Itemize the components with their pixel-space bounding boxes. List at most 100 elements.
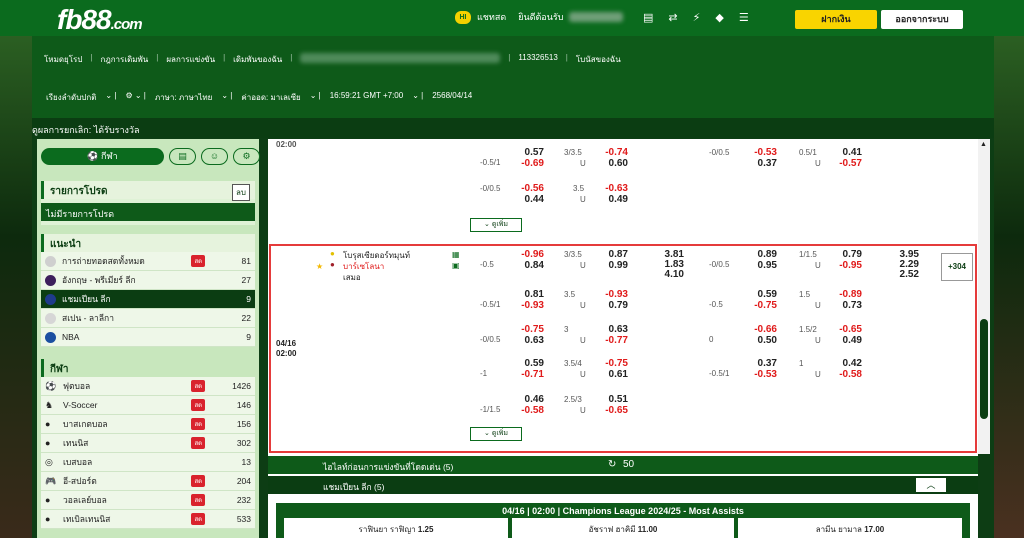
delete-favorites-button[interactable]: ลบ bbox=[232, 184, 250, 201]
banner: ดูผลการยกเลิก: ได้รับรางวัล bbox=[32, 118, 994, 138]
chevron-down-icon: ⌄ bbox=[484, 221, 490, 228]
under-label: U bbox=[580, 195, 586, 204]
sport-tab-button[interactable]: ⚽ กีฬา bbox=[41, 148, 164, 165]
background-left bbox=[0, 36, 32, 538]
sport-item[interactable]: ● เทเบิลเทนนิส สด 533 bbox=[41, 510, 255, 529]
tennis-icon: ● bbox=[45, 438, 51, 448]
promotion-icon[interactable]: ⚡ bbox=[693, 11, 701, 24]
match-time: 02:00 bbox=[276, 140, 297, 149]
league-icon bbox=[45, 255, 56, 267]
handicap-line: -0/0.5 bbox=[480, 184, 501, 193]
vip-icon[interactable]: ◆ bbox=[715, 11, 723, 24]
recommended-item[interactable]: แชมเปียน ลีก 9 bbox=[41, 290, 255, 309]
sport-item[interactable]: ⚽ ฟุตบอล สด 1426 bbox=[41, 377, 255, 396]
top-bar: fb88.com HI แชทสด ยินดีต้อนรับ ▤ ⇄ ⚡ ◆ ☰… bbox=[0, 0, 1024, 36]
live-badge: สด bbox=[191, 475, 205, 487]
scrollbar-thumb[interactable] bbox=[980, 319, 988, 419]
scrollbar[interactable]: ▲ bbox=[978, 139, 990, 454]
odd-value[interactable]: -0.53 bbox=[737, 147, 777, 158]
ou-line: 3.5 bbox=[573, 184, 585, 193]
handicap-line: -0.5/1 bbox=[480, 158, 501, 167]
odd-value[interactable]: 0.60 bbox=[588, 158, 628, 169]
logo[interactable]: fb88.com bbox=[57, 4, 143, 36]
odd-value[interactable]: 0.49 bbox=[588, 194, 628, 205]
league-icon bbox=[45, 293, 56, 305]
clock: 16:59:21 GMT +7:00 bbox=[329, 91, 404, 100]
background-right bbox=[994, 36, 1024, 538]
live-badge: สด bbox=[191, 255, 205, 267]
outright-cell[interactable]: อัชราฟ ฮาคิมี 11.00 bbox=[512, 518, 734, 538]
league-icon bbox=[45, 331, 56, 343]
league-icon bbox=[45, 312, 56, 324]
recommended-section: แนะนำ การถ่ายทอดสดทั้งหมด สด 81 อังกฤษ - พร… bbox=[41, 234, 255, 347]
account-id: 113326513 bbox=[518, 53, 558, 62]
fh-ou-line: 0.5/1 bbox=[799, 148, 817, 157]
table-tennis-icon: ● bbox=[45, 514, 51, 524]
live-badge: สด bbox=[191, 494, 205, 506]
nav-rules[interactable]: กฎการเดิมพัน bbox=[100, 53, 148, 66]
odd-value[interactable]: 0.37 bbox=[737, 158, 777, 169]
live-badge: สด bbox=[191, 513, 205, 525]
user-icon[interactable]: ☺ bbox=[201, 148, 228, 165]
odd-value[interactable]: -0.74 bbox=[588, 147, 628, 158]
favorites-section: รายการโปรด ลบ ไม่มีรายการโปรด bbox=[41, 181, 255, 225]
wallet-icon[interactable]: ▤ bbox=[643, 11, 653, 24]
live-badge: สด bbox=[191, 418, 205, 430]
sidebar: ⚽ กีฬา ▤ ☺ ⚙ รายการโปรด ลบ ไม่มีรายการโปร… bbox=[37, 139, 260, 538]
chat-label[interactable]: แชทสด bbox=[477, 10, 506, 24]
nav-euro-mode[interactable]: โหมดยุโรป bbox=[44, 53, 82, 66]
blurred-info bbox=[300, 53, 501, 63]
recommended-item[interactable]: NBA 9 bbox=[41, 328, 255, 347]
under-label: U bbox=[815, 159, 821, 168]
nav-results[interactable]: ผลการแข่งขัน bbox=[166, 53, 215, 66]
sport-item[interactable]: ◎ เบสบอล 13 bbox=[41, 453, 255, 472]
settings-icon[interactable]: ⚙ ⌄ | bbox=[125, 91, 145, 104]
volleyball-icon: ● bbox=[45, 495, 51, 505]
recommended-header: แนะนำ bbox=[41, 234, 255, 252]
chat-icon[interactable]: HI bbox=[455, 10, 471, 24]
sport-item[interactable]: ● เทนนิส สด 302 bbox=[41, 434, 255, 453]
odd-value[interactable]: -0.63 bbox=[588, 183, 628, 194]
recommended-item[interactable]: การถ่ายทอดสดทั้งหมด สด 81 bbox=[41, 252, 255, 271]
recommended-item[interactable]: สเปน - ลาลีกา 22 bbox=[41, 309, 255, 328]
language-select[interactable]: ภาษา: ภาษาไทย bbox=[155, 91, 213, 104]
sort-select[interactable]: เรียงลำดับปกติ bbox=[46, 91, 96, 104]
basketball-icon: ● bbox=[45, 419, 51, 429]
outright-cell[interactable]: ราฟินยา ราฟิญา 1.25 bbox=[284, 518, 508, 538]
nav-my-bets[interactable]: เดิมพันของฉัน bbox=[233, 53, 282, 66]
odd-value[interactable]: 0.57 bbox=[504, 147, 544, 158]
soccer-icon: ⚽ bbox=[87, 151, 99, 161]
sport-item[interactable]: 🎮 อี-สปอร์ต สด 204 bbox=[41, 472, 255, 491]
odd-value[interactable]: -0.56 bbox=[504, 183, 544, 194]
featured-bar[interactable]: ไฮไลท์ก่อนการแข่งขันที่โดดเด่น (5) ↻ 50 bbox=[268, 456, 978, 474]
bet-slip-icon[interactable]: ▤ bbox=[169, 148, 196, 165]
nav-bonus[interactable]: โบนัสของฉัน bbox=[576, 53, 621, 66]
logout-button[interactable]: ออกจากระบบ bbox=[881, 10, 963, 29]
live-badge: สด bbox=[191, 399, 205, 411]
odd-value[interactable]: 0.41 bbox=[822, 147, 862, 158]
transfer-icon[interactable]: ⇄ bbox=[668, 11, 677, 24]
refresh-icon[interactable]: ↻ bbox=[608, 459, 616, 470]
menu-icon[interactable]: ☰ bbox=[739, 11, 749, 24]
recommended-item[interactable]: อังกฤษ - พรีเมียร์ ลีก 27 bbox=[41, 271, 255, 290]
collapse-button[interactable]: ︿ bbox=[916, 478, 946, 492]
sports-section: กีฬา ⚽ ฟุตบอล สด 1426 ♞ V-Soccer สด 146 ● บาสเกตบ… bbox=[41, 359, 255, 529]
odds-select[interactable]: ค่าออด: มาเลเซีย bbox=[241, 91, 300, 104]
odd-value[interactable]: 0.44 bbox=[504, 194, 544, 205]
favorites-empty: ไม่มีรายการโปรด bbox=[41, 203, 255, 221]
deposit-button[interactable]: ฝากเงิน bbox=[795, 10, 877, 29]
sport-item[interactable]: ♞ V-Soccer สด 146 bbox=[41, 396, 255, 415]
sport-item[interactable]: ● บาสเกตบอล สด 156 bbox=[41, 415, 255, 434]
sport-item[interactable]: ● วอลเลย์บอล สด 232 bbox=[41, 491, 255, 510]
scroll-up-icon[interactable]: ▲ bbox=[980, 141, 987, 148]
odd-value[interactable]: -0.69 bbox=[504, 158, 544, 169]
gear-icon[interactable]: ⚙ bbox=[233, 148, 260, 165]
live-badge: สด bbox=[191, 437, 205, 449]
outright-cell[interactable]: ลามีน ยามาล 17.00 bbox=[738, 518, 962, 538]
live-badge: สด bbox=[191, 380, 205, 392]
odd-value[interactable]: -0.57 bbox=[822, 158, 862, 169]
under-label: U bbox=[580, 159, 586, 168]
league-icon bbox=[45, 274, 56, 286]
champions-league-bar[interactable]: แชมเปียน ลีก (5) ︿ bbox=[268, 476, 978, 494]
more-button-1[interactable]: ⌄ ดูเพิ่ม bbox=[470, 218, 522, 232]
